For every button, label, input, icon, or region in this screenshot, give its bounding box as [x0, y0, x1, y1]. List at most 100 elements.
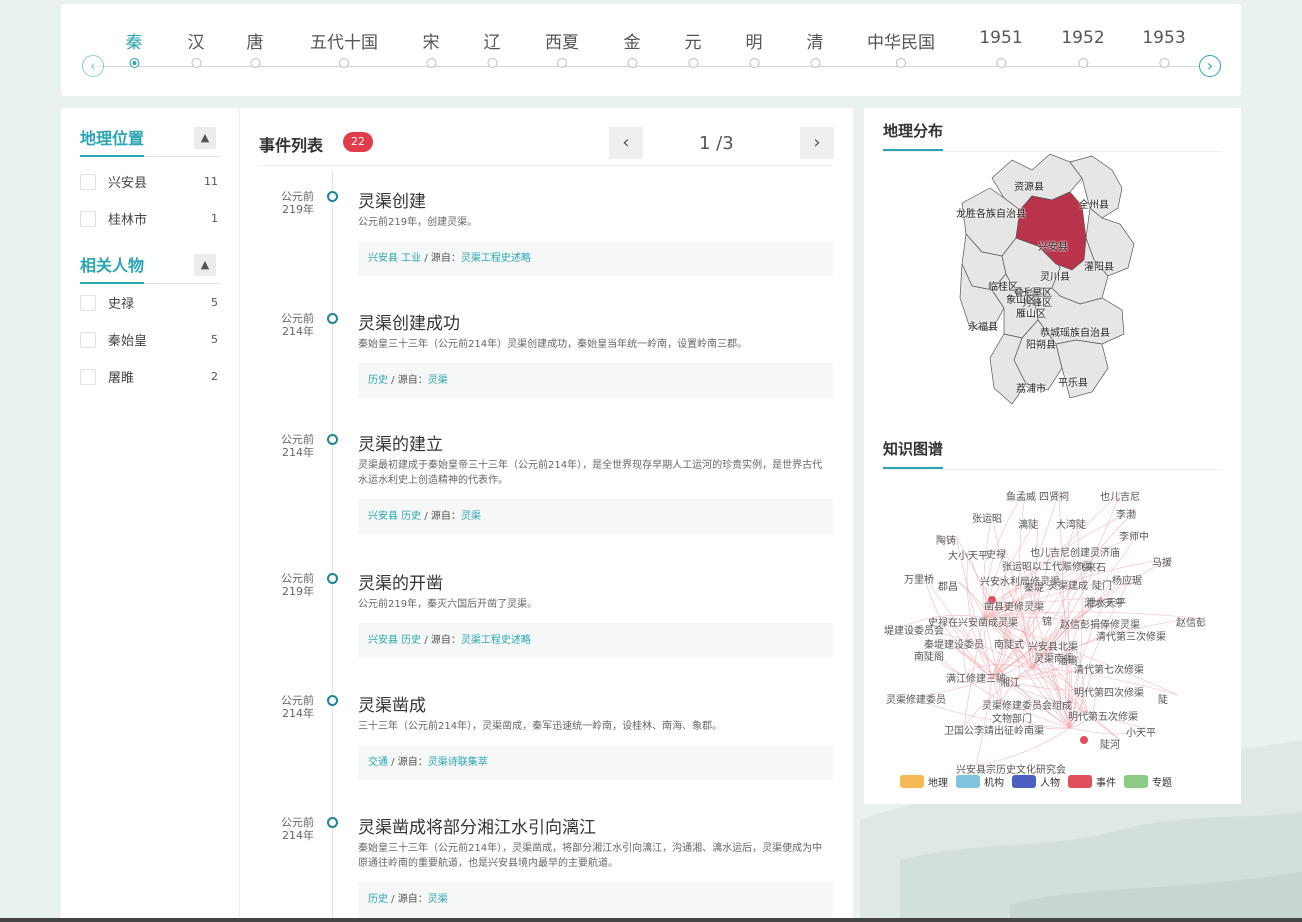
checkbox[interactable]: [80, 173, 96, 190]
event-title-link[interactable]: 灵渠凿成: [358, 691, 426, 716]
event-title-link[interactable]: 灵渠凿成将部分湘江水引向漓江: [358, 813, 596, 838]
graph-node-label[interactable]: 南陡式: [994, 636, 1024, 651]
checkbox[interactable]: [80, 210, 96, 227]
map-region-label[interactable]: 平乐县: [1058, 374, 1088, 389]
page-prev-button[interactable]: ‹: [609, 127, 643, 159]
timeline-item[interactable]: 元: [685, 28, 702, 68]
timeline-prev-button[interactable]: ‹: [82, 55, 104, 77]
graph-node-label[interactable]: 秦堤: [1024, 579, 1044, 594]
graph-node-label[interactable]: 泄水天平: [1086, 594, 1126, 609]
facet-option[interactable]: 屠睢 2: [80, 358, 220, 395]
graph-node-label[interactable]: 陡河: [1100, 736, 1120, 751]
event-title-link[interactable]: 灵渠的建立: [358, 430, 443, 455]
graph-node-label[interactable]: 南陡阁: [914, 648, 944, 663]
graph-node-label[interactable]: 凿县更修灵渠: [984, 598, 1044, 613]
facet-option[interactable]: 秦始皇 5: [80, 321, 220, 358]
event-tag-link[interactable]: 兴安县 历史: [368, 635, 421, 646]
event-title-link[interactable]: 灵渠的开凿: [358, 569, 443, 594]
legend-item[interactable]: 专题: [1124, 774, 1172, 789]
graph-node-label[interactable]: 大小天平: [948, 547, 988, 562]
map-region-label[interactable]: 阳朔县: [1026, 336, 1056, 351]
timeline-next-button[interactable]: ›: [1199, 55, 1221, 77]
map-region-label[interactable]: 象山区: [1006, 291, 1036, 306]
graph-node-label[interactable]: 马援: [1152, 554, 1172, 569]
timeline-item[interactable]: 西夏: [545, 28, 579, 68]
graph-node-label[interactable]: 明代第四次修渠: [1074, 684, 1144, 699]
timeline-item[interactable]: 1952: [1061, 28, 1105, 68]
event-tag-link[interactable]: 历史: [368, 894, 388, 905]
event-tag-link[interactable]: 兴安县 历史: [368, 511, 421, 522]
map-region-label[interactable]: 灌阳县: [1084, 258, 1114, 273]
graph-node-label[interactable]: 明代第五次修渠: [1068, 708, 1138, 723]
timeline-item[interactable]: 1951: [979, 28, 1023, 68]
graph-node-label[interactable]: 陡: [1158, 691, 1168, 706]
timeline-item[interactable]: 清: [807, 28, 824, 68]
map-region-label[interactable]: 兴安县: [1038, 238, 1068, 253]
guilin-region-map[interactable]: [952, 148, 1142, 418]
event-title-link[interactable]: 灵渠创建: [358, 187, 426, 212]
graph-node-label[interactable]: 灵渠建成: [1048, 577, 1088, 592]
graph-node-label[interactable]: 大湾陡: [1056, 516, 1086, 531]
timeline-item[interactable]: 辽: [484, 28, 501, 68]
graph-node-label[interactable]: 湘江: [1000, 674, 1020, 689]
map-region-label[interactable]: 灵川县: [1040, 268, 1070, 283]
legend-item[interactable]: 人物: [1012, 774, 1060, 789]
event-title-link[interactable]: 灵渠创建成功: [358, 309, 460, 334]
graph-node-label[interactable]: 四贤祠: [1039, 488, 1069, 503]
timeline-item[interactable]: 唐: [247, 28, 264, 68]
event-source-link[interactable]: 灵渠: [461, 511, 481, 522]
map-region-label[interactable]: 雁山区: [1016, 305, 1046, 320]
timeline-item[interactable]: 五代十国: [310, 28, 378, 68]
event-tag-link[interactable]: 兴安县 工业: [368, 253, 421, 264]
graph-node-label[interactable]: 万里桥: [904, 571, 934, 586]
legend-item[interactable]: 地理: [900, 774, 948, 789]
graph-node-label[interactable]: 陶铸: [936, 532, 956, 547]
timeline-item[interactable]: 宋: [423, 28, 440, 68]
graph-node-label[interactable]: 卫国公李靖出征岭南渠: [944, 722, 1044, 737]
graph-node-label[interactable]: 锦: [1042, 613, 1052, 628]
event-source-link[interactable]: 灵渠工程史述略: [461, 635, 531, 646]
map-region-label[interactable]: 资源县: [1014, 178, 1044, 193]
facet-option[interactable]: 桂林市 1: [80, 200, 220, 237]
checkbox[interactable]: [80, 294, 96, 311]
timeline-item[interactable]: 汉: [188, 28, 205, 68]
graph-node-label[interactable]: 陡门: [1092, 577, 1112, 592]
graph-node-label[interactable]: 也儿吉尼创建灵济庙: [1030, 544, 1120, 559]
graph-node-label[interactable]: 李师中: [1119, 528, 1149, 543]
graph-node-label[interactable]: 张运昭: [972, 510, 1002, 525]
collapse-toggle-button[interactable]: ▲: [194, 127, 216, 149]
event-tag-link[interactable]: 交通: [368, 757, 388, 768]
graph-node-label[interactable]: 飞来石: [1076, 559, 1106, 574]
graph-node-label[interactable]: 杨应琚: [1112, 572, 1142, 587]
event-source-link[interactable]: 灵渠诗联集萃: [428, 757, 488, 768]
timeline-item[interactable]: 1953: [1142, 28, 1186, 68]
event-tag-link[interactable]: 历史: [368, 375, 388, 386]
timeline-item[interactable]: 中华民国: [867, 28, 935, 68]
legend-item[interactable]: 机构: [956, 774, 1004, 789]
map-region-label[interactable]: 荔浦市: [1016, 380, 1046, 395]
graph-node-label[interactable]: 满江修建三陂: [946, 670, 1006, 685]
graph-node-dot[interactable]: [1080, 736, 1088, 744]
event-source-link[interactable]: 灵渠: [428, 375, 448, 386]
graph-node-label[interactable]: 李渤: [1116, 506, 1136, 521]
graph-node-label[interactable]: 小天平: [1126, 724, 1156, 739]
legend-item[interactable]: 事件: [1068, 774, 1116, 789]
graph-node-label[interactable]: 灵渠修建委员: [886, 691, 946, 706]
graph-node-label[interactable]: 郡昌: [938, 578, 958, 593]
facet-option[interactable]: 兴安县 11: [80, 163, 220, 200]
graph-node-label[interactable]: 也儿吉尼: [1100, 488, 1140, 503]
timeline-item[interactable]: 金: [624, 28, 641, 68]
graph-node-label[interactable]: 漓陡: [1018, 516, 1038, 531]
map-region-label[interactable]: 龙胜各族自治县: [956, 205, 1026, 220]
map-region-label[interactable]: 全州县: [1079, 196, 1109, 211]
timeline-item[interactable]: 明: [746, 28, 763, 68]
checkbox[interactable]: [80, 368, 96, 385]
collapse-toggle-button[interactable]: ▲: [194, 254, 216, 276]
facet-option[interactable]: 史禄 5: [80, 284, 220, 321]
event-source-link[interactable]: 灵渠: [428, 894, 448, 905]
timeline-item[interactable]: 秦: [126, 28, 143, 68]
event-source-link[interactable]: 灵渠工程史述略: [461, 253, 531, 264]
graph-node-label[interactable]: 堤建设委员会: [884, 622, 944, 637]
map-region-label[interactable]: 永福县: [968, 318, 998, 333]
page-next-button[interactable]: ›: [800, 127, 834, 159]
